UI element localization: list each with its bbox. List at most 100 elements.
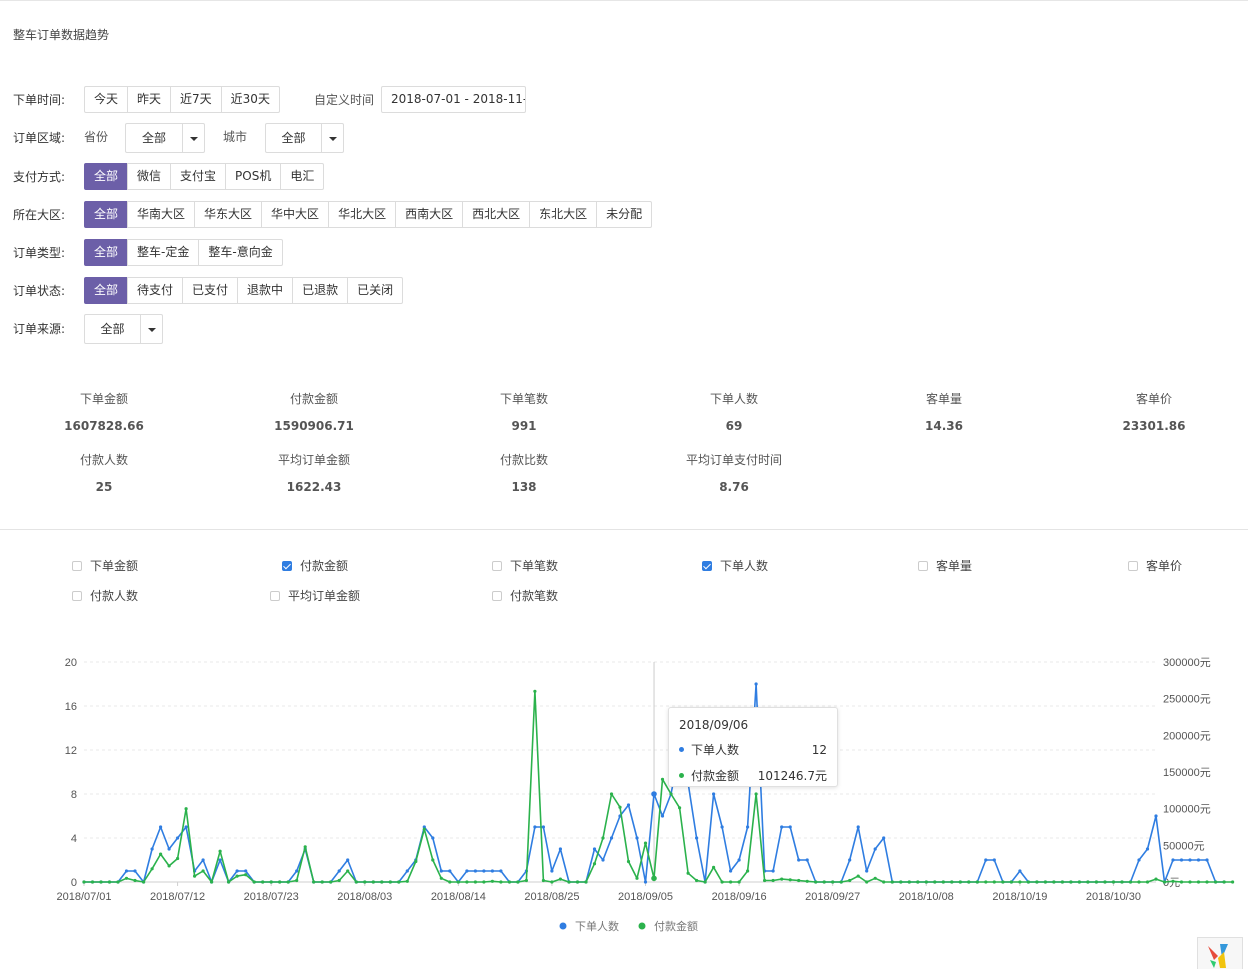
data-point: [541, 825, 546, 829]
city-label: 城市: [223, 130, 248, 144]
data-point: [1154, 814, 1158, 818]
status-btn-all[interactable]: 全部: [84, 277, 129, 304]
x-tick-label: 2018/10/08: [899, 891, 954, 903]
payment-btn-all[interactable]: 全部: [84, 163, 129, 190]
city-select[interactable]: 全部: [265, 123, 344, 153]
payment-btn-alipay[interactable]: 支付宝: [170, 163, 227, 190]
data-point: [643, 880, 648, 884]
series-dot-icon: [679, 747, 684, 752]
time-btn-yesterday[interactable]: 昨天: [127, 86, 172, 113]
data-point: [1214, 880, 1218, 884]
payment-btn-wechat[interactable]: 微信: [127, 163, 172, 190]
status-btn-pending[interactable]: 待支付: [127, 277, 184, 304]
status-btn-refunding[interactable]: 退款中: [237, 277, 294, 304]
area-btn-northwest[interactable]: 西北大区: [462, 201, 531, 228]
x-tick-label: 2018/07/23: [244, 891, 299, 903]
area-btn-all[interactable]: 全部: [84, 201, 129, 228]
area-btn-north[interactable]: 华北大区: [328, 201, 397, 228]
data-point: [1171, 879, 1175, 883]
data-point: [201, 869, 205, 873]
trend-chart[interactable]: 0481216200元50000元100000元150000元200000元25…: [0, 640, 1248, 940]
filter-label-order-status: 订单状态:: [13, 284, 66, 298]
data-point: [1171, 858, 1175, 862]
data-point: [124, 869, 129, 873]
area-btn-central[interactable]: 华中大区: [261, 201, 330, 228]
data-point: [414, 859, 418, 864]
payment-btn-pos[interactable]: POS机: [225, 163, 282, 190]
data-point: [609, 836, 614, 840]
data-point: [592, 847, 597, 851]
province-select[interactable]: 全部: [125, 123, 205, 153]
toggle-paid-people[interactable]: 付款人数: [72, 587, 138, 604]
data-point: [507, 880, 511, 884]
checkbox-icon: [72, 590, 82, 601]
toggle-price-per-customer[interactable]: 客单价: [1128, 557, 1182, 574]
data-point: [729, 869, 733, 873]
checkbox-checked-icon: [282, 560, 292, 571]
data-point: [643, 841, 648, 845]
data-point: [490, 869, 494, 873]
area-btn-south[interactable]: 华南大区: [127, 201, 196, 228]
custom-time-label: 自定义时间: [314, 93, 375, 107]
stat-value: 138: [511, 480, 537, 494]
data-point: [984, 858, 988, 862]
x-tick-label: 2018/09/05: [618, 891, 673, 903]
data-point: [388, 880, 392, 884]
data-point: [422, 827, 426, 831]
status-btn-closed[interactable]: 已关闭: [347, 277, 404, 304]
order-type-btn-all[interactable]: 全部: [84, 239, 129, 266]
status-btn-paid[interactable]: 已支付: [182, 277, 239, 304]
order-type-btn-intent[interactable]: 整车-意向金: [198, 239, 283, 266]
data-point: [1103, 880, 1107, 884]
date-range-input[interactable]: 2018-07-01 - 2018-11-0: [381, 86, 526, 113]
order-type-btn-deposit[interactable]: 整车-定金: [127, 239, 200, 266]
data-point: [873, 847, 877, 851]
toggle-order-people[interactable]: 下单人数: [702, 557, 768, 574]
time-btn-30days[interactable]: 近30天: [220, 86, 280, 113]
data-point: [626, 803, 631, 807]
data-point: [159, 825, 163, 829]
data-point: [601, 858, 605, 862]
toggle-label: 付款笔数: [510, 589, 559, 603]
tooltip-row-people: 下单人数 12: [679, 741, 827, 758]
area-btn-east[interactable]: 华东大区: [194, 201, 263, 228]
tooltip-date: 2018/09/06: [679, 718, 749, 732]
toggle-avg-order-amount[interactable]: 平均订单金额: [270, 587, 360, 604]
data-point: [150, 847, 154, 851]
data-point: [1179, 858, 1184, 862]
payment-btn-wire[interactable]: 电汇: [280, 163, 325, 190]
data-point: [584, 880, 588, 884]
data-point: [669, 792, 673, 796]
app-logo-icon[interactable]: [1197, 937, 1243, 969]
data-point: [252, 880, 256, 884]
data-point: [303, 845, 307, 849]
tooltip-series-name: 付款金额: [691, 769, 740, 783]
data-point: [431, 858, 435, 862]
toggle-label: 付款人数: [90, 589, 139, 603]
toggle-orders-per-customer[interactable]: 客单量: [918, 557, 972, 574]
area-btn-southwest[interactable]: 西南大区: [395, 201, 464, 228]
data-point: [660, 814, 665, 818]
x-tick-label: 2018/10/19: [992, 891, 1047, 903]
data-point: [1188, 880, 1192, 884]
data-point: [805, 858, 809, 862]
toggle-order-amount[interactable]: 下单金额: [72, 557, 138, 574]
data-point: [856, 825, 860, 829]
data-point: [754, 682, 758, 686]
status-btn-refunded[interactable]: 已退款: [292, 277, 349, 304]
area-btn-unassigned[interactable]: 未分配: [596, 201, 653, 228]
time-btn-7days[interactable]: 近7天: [170, 86, 222, 113]
y-right-tick-label: 100000元: [1163, 804, 1211, 816]
data-point: [1222, 880, 1226, 884]
order-source-select[interactable]: 全部: [84, 314, 163, 344]
checkbox-icon: [1128, 560, 1138, 571]
toggle-paid-amount[interactable]: 付款金额: [282, 557, 348, 574]
data-point: [1009, 880, 1014, 884]
data-point: [992, 880, 996, 884]
x-tick-label: 2018/10/30: [1086, 891, 1141, 903]
toggle-paid-count[interactable]: 付款笔数: [492, 587, 558, 604]
area-btn-northeast[interactable]: 东北大区: [529, 201, 598, 228]
time-btn-today[interactable]: 今天: [84, 86, 129, 113]
stat-order-people: 下单人数 69: [654, 390, 814, 433]
toggle-order-count[interactable]: 下单笔数: [492, 557, 558, 574]
